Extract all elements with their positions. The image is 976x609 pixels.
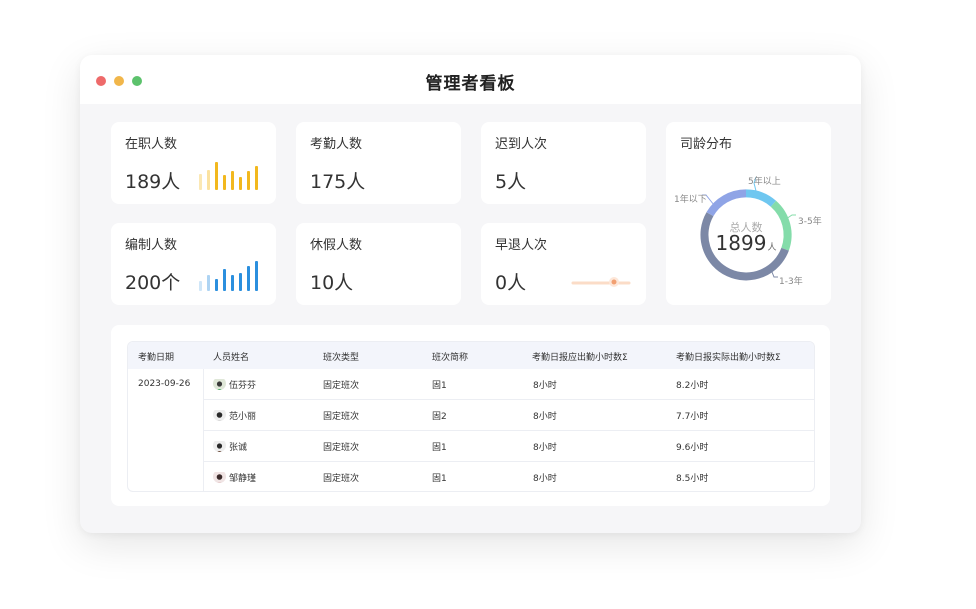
window-title: 管理者看板 (425, 74, 516, 94)
orange-line-sparkline (571, 277, 631, 287)
attendance-table: 考勤日期 人员姓名 班次类型 班次简称 考勤日报应出勤小时数Σ 考勤日报实际出勤… (127, 341, 815, 492)
stat-card-early[interactable]: 早退人次 0人 (481, 223, 646, 305)
table-row[interactable]: 张诚 固定班次 固1 8小时 9.6小时 (204, 431, 814, 462)
cell-name: 邹静瑾 (229, 474, 257, 484)
tenure-distribution-card[interactable]: 司龄分布 1年以下 5年以上 3-5年 1-3年 总人数 1899人 (666, 122, 831, 305)
stat-label: 休假人数 (310, 238, 363, 253)
spark-bar (199, 174, 202, 190)
spark-bar (255, 261, 258, 291)
donut-segment-1year-below (706, 189, 747, 217)
cell-expected-hours: 8小时 (533, 443, 557, 453)
column-header-actual-hours[interactable]: 考勤日报实际出勤小时数Σ (676, 350, 781, 363)
stat-card-leave[interactable]: 休假人数 10人 (296, 223, 461, 305)
table-header: 考勤日期 人员姓名 班次类型 班次简称 考勤日报应出勤小时数Σ 考勤日报实际出勤… (128, 342, 814, 369)
date-cell: 2023-09-26 (138, 379, 191, 389)
avatar (213, 377, 226, 390)
column-header-expected-hours[interactable]: 考勤日报应出勤小时数Σ (532, 350, 628, 363)
stat-value: 0人 (495, 272, 527, 294)
cell-shift-short: 固2 (432, 412, 447, 422)
column-header-shift-type[interactable]: 班次类型 (323, 350, 359, 363)
spark-bar (239, 273, 242, 291)
spark-bar (247, 266, 250, 291)
cell-shift-short: 固1 (432, 474, 447, 484)
stat-label: 迟到人次 (495, 137, 548, 152)
spark-bar (255, 166, 258, 190)
spark-bar (207, 170, 210, 190)
stat-card-attend[interactable]: 考勤人数 175人 (296, 122, 461, 204)
cell-shift-type: 固定班次 (323, 381, 360, 391)
avatar (213, 408, 226, 421)
cell-name: 范小丽 (229, 412, 257, 422)
cell-shift-type: 固定班次 (323, 474, 360, 484)
cell-actual-hours: 7.7小时 (676, 412, 709, 422)
column-header-shift-short[interactable]: 班次简称 (432, 350, 468, 363)
donut-total-unit: 人 (767, 243, 777, 253)
stat-card-staffing[interactable]: 编制人数 200个 (111, 223, 276, 305)
attendance-table-card: 考勤日期 人员姓名 班次类型 班次简称 考勤日报应出勤小时数Σ 考勤日报实际出勤… (111, 325, 830, 506)
cell-shift-type: 固定班次 (323, 412, 360, 422)
stat-card-active[interactable]: 在职人数 189人 (111, 122, 276, 204)
table-row[interactable]: 邹静瑾 固定班次 固1 8小时 8.5小时 (204, 462, 814, 491)
stat-value: 10人 (310, 272, 354, 294)
avatar (213, 470, 226, 483)
cell-expected-hours: 8小时 (533, 412, 557, 422)
donut-label-5year-above: 5年以上 (748, 177, 781, 187)
stat-label: 在职人数 (125, 137, 178, 152)
donut-label-1year-below: 1年以下 (674, 195, 707, 205)
cell-expected-hours: 8小时 (533, 474, 557, 484)
date-column: 2023-09-26 (128, 369, 204, 491)
stat-value: 5人 (495, 171, 527, 193)
spark-bar (231, 275, 234, 291)
spark-bar (239, 177, 242, 190)
donut-segment-5year-above (745, 189, 777, 207)
table-row[interactable]: 范小丽 固定班次 固2 8小时 7.7小时 (204, 400, 814, 431)
donut-label-1-3year: 1-3年 (779, 277, 803, 287)
spark-bar (199, 281, 202, 291)
blue-bar-sparkline (199, 261, 258, 291)
cell-name: 张诚 (229, 443, 248, 453)
cell-shift-type: 固定班次 (323, 443, 360, 453)
spark-bar (231, 171, 234, 190)
yellow-bar-sparkline (199, 162, 258, 190)
table-row[interactable]: 伍芬芬 固定班次 固1 8小时 8.2小时 (204, 369, 814, 400)
cell-shift-short: 固1 (432, 381, 447, 391)
stat-value: 200个 (125, 272, 181, 294)
cell-actual-hours: 8.5小时 (676, 474, 709, 484)
column-header-date[interactable]: 考勤日期 (138, 350, 174, 363)
spark-bar (223, 269, 226, 291)
avatar (213, 439, 226, 452)
spark-bar (247, 171, 250, 190)
dashboard-window: 管理者看板 在职人数 189人 考勤人数 175人 迟到人次 5人 编制人数 2… (80, 55, 861, 533)
column-header-name[interactable]: 人员姓名 (213, 350, 249, 363)
cell-name: 伍芬芬 (229, 381, 257, 391)
stat-card-late[interactable]: 迟到人次 5人 (481, 122, 646, 204)
spark-bar (215, 162, 218, 190)
spark-bar (207, 275, 210, 291)
stat-label: 考勤人数 (310, 137, 363, 152)
stat-value: 189人 (125, 171, 181, 193)
cell-actual-hours: 8.2小时 (676, 381, 709, 391)
donut-total: 1899人 (666, 231, 826, 255)
title-bar: 管理者看板 (80, 55, 861, 104)
cell-shift-short: 固1 (432, 443, 447, 453)
spark-bar (215, 279, 218, 291)
cell-actual-hours: 9.6小时 (676, 443, 709, 453)
stat-label: 编制人数 (125, 238, 178, 253)
spark-bar (223, 175, 226, 190)
donut-total-value: 1899 (715, 231, 767, 255)
stat-label: 早退人次 (495, 238, 548, 253)
stat-value: 175人 (310, 171, 366, 193)
cell-expected-hours: 8小时 (533, 381, 557, 391)
